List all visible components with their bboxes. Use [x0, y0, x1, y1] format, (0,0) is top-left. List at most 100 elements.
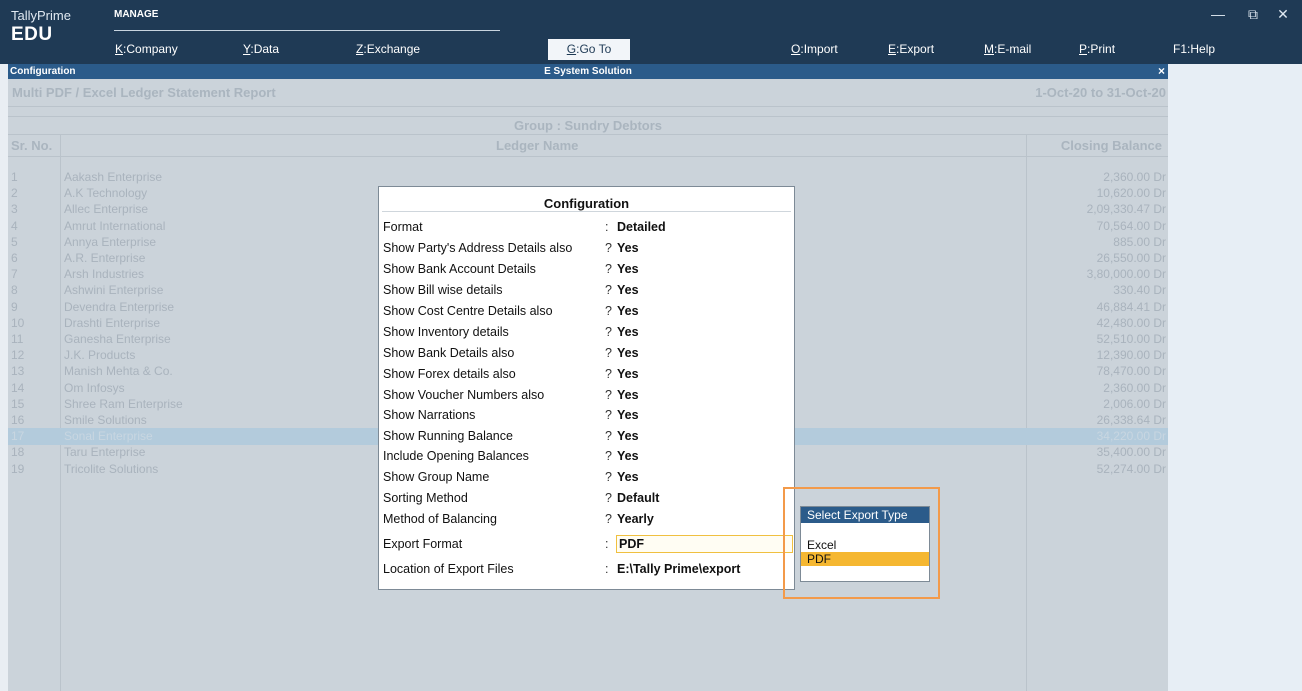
- cell-balance: 35,400.00 Dr: [1096, 445, 1166, 460]
- config-value[interactable]: Yes: [617, 386, 639, 405]
- menu-import[interactable]: O:Import: [791, 38, 838, 60]
- config-row[interactable]: Location of Export Files: E:\Tally Prime\…: [383, 560, 793, 579]
- top-menu-bar: TallyPrime EDU MANAGE K:Company Y:Data Z…: [0, 0, 1302, 64]
- cell-name: Aakash Enterprise: [64, 170, 163, 184]
- cell-name: Ashwini Enterprise: [64, 283, 164, 298]
- config-sep: ?: [605, 388, 612, 402]
- config-row[interactable]: Show Group Name? Yes: [383, 468, 793, 487]
- divider: [382, 211, 791, 212]
- config-row[interactable]: Show Bank Details also? Yes: [383, 344, 793, 363]
- cell-name: Amrut International: [64, 218, 166, 233]
- menu-key: K: [115, 42, 124, 56]
- divider: [8, 106, 1168, 107]
- config-row[interactable]: Show Cost Centre Details also? Yes: [383, 302, 793, 321]
- config-label: Show Forex details also: [383, 367, 516, 381]
- config-value[interactable]: Yes: [617, 406, 639, 425]
- config-sep: ?: [605, 449, 612, 463]
- config-value[interactable]: Yes: [617, 427, 639, 446]
- config-value[interactable]: PDF: [616, 535, 793, 553]
- menu-data[interactable]: Y:Data: [243, 38, 279, 60]
- menu-export[interactable]: E:Export: [888, 38, 934, 60]
- config-sep: ?: [605, 408, 612, 422]
- column-header-name: Ledger Name: [496, 138, 579, 153]
- config-row[interactable]: Show Voucher Numbers also? Yes: [383, 386, 793, 405]
- minimize-icon[interactable]: —: [1203, 6, 1233, 22]
- config-sep: ?: [605, 429, 612, 443]
- cell-name: J.K. Products: [64, 348, 136, 363]
- table-row[interactable]: 1 Aakash Enterprise 2,360.00 Dr: [8, 169, 1168, 186]
- config-value[interactable]: Yes: [617, 239, 639, 258]
- cell-sr: 8: [11, 283, 18, 298]
- report-title: Multi PDF / Excel Ledger Statement Repor…: [12, 85, 276, 100]
- config-row[interactable]: Sorting Method? Default: [383, 489, 793, 508]
- cell-name: Tricolite Solutions: [64, 461, 159, 476]
- menu-goto[interactable]: G:Go To: [548, 39, 630, 60]
- menu-email[interactable]: M:E-mail: [984, 38, 1031, 60]
- config-value[interactable]: E:\Tally Prime\export: [617, 560, 740, 579]
- config-row[interactable]: Show Inventory details? Yes: [383, 323, 793, 342]
- cell-name: Arsh Industries: [64, 267, 145, 282]
- config-value[interactable]: Yes: [617, 323, 639, 342]
- config-sep: ?: [605, 283, 612, 297]
- config-value[interactable]: Yes: [617, 260, 639, 279]
- cell-name: Sonal Enterprise: [64, 429, 153, 444]
- config-row[interactable]: Show Narrations? Yes: [383, 406, 793, 425]
- cell-balance: 3,80,000.00 Dr: [1086, 267, 1166, 282]
- cell-name: Shree Ram Enterprise: [64, 396, 183, 411]
- config-label: Export Format: [383, 537, 463, 551]
- config-row[interactable]: Show Forex details also? Yes: [383, 365, 793, 384]
- dialog-title: Configuration: [543, 196, 630, 211]
- config-value[interactable]: Yes: [617, 447, 639, 466]
- menu-help[interactable]: F1:Help: [1173, 38, 1215, 60]
- menu-company[interactable]: K:Company: [115, 38, 178, 60]
- config-value[interactable]: Yes: [617, 281, 639, 300]
- config-sep: :: [605, 562, 609, 576]
- config-row[interactable]: Show Bank Account Details? Yes: [383, 260, 793, 279]
- cell-name: Taru Enterprise: [64, 445, 146, 460]
- config-sep: ?: [605, 262, 612, 276]
- config-label: Show Party's Address Details also: [383, 241, 573, 255]
- config-sep: ?: [605, 325, 612, 339]
- config-value[interactable]: Yes: [617, 344, 639, 363]
- config-value[interactable]: Yes: [617, 365, 639, 384]
- cell-sr: 6: [11, 251, 18, 265]
- config-row[interactable]: Show Party's Address Details also? Yes: [383, 239, 793, 258]
- config-value[interactable]: Default: [617, 489, 659, 508]
- config-row[interactable]: Format: Detailed: [383, 218, 793, 237]
- menu-key: M: [984, 42, 994, 56]
- menu-exchange[interactable]: Z:Exchange: [356, 38, 420, 60]
- cell-sr: 2: [11, 186, 18, 201]
- config-row[interactable]: Method of Balancing? Yearly: [383, 510, 793, 529]
- config-label: Sorting Method: [383, 491, 468, 505]
- cell-sr: 12: [11, 348, 25, 363]
- config-row[interactable]: Include Opening Balances? Yes: [383, 447, 793, 466]
- restore-icon[interactable]: ⧉: [1238, 6, 1268, 23]
- cell-balance: 885.00 Dr: [1113, 234, 1166, 249]
- cell-name: Allec Enterprise: [64, 202, 149, 217]
- report-group: Group : Sundry Debtors: [513, 118, 663, 133]
- config-row[interactable]: Export Format: PDF: [383, 535, 793, 554]
- menu-print[interactable]: P:Print: [1079, 38, 1115, 60]
- cell-sr: 1: [11, 170, 18, 184]
- cell-sr: 4: [11, 218, 18, 233]
- report-period: 1-Oct-20 to 31-Oct-20: [1035, 85, 1166, 100]
- config-sep: ?: [605, 241, 612, 255]
- cell-name: Drashti Enterprise: [64, 315, 161, 330]
- config-row[interactable]: Show Running Balance? Yes: [383, 427, 793, 446]
- config-value[interactable]: Yes: [617, 468, 639, 487]
- configuration-dialog: Configuration Format: Detailed Show Party'…: [378, 186, 795, 590]
- cell-balance: 2,006.00 Dr: [1103, 396, 1166, 411]
- config-sep: ?: [605, 470, 612, 484]
- config-row[interactable]: Show Bill wise details? Yes: [383, 281, 793, 300]
- config-value[interactable]: Yearly: [617, 510, 654, 529]
- config-value[interactable]: Yes: [617, 302, 639, 321]
- cell-balance: 330.40 Dr: [1113, 283, 1166, 298]
- close-screen-icon[interactable]: ×: [1158, 64, 1165, 79]
- close-icon[interactable]: ✕: [1268, 6, 1298, 23]
- config-value[interactable]: Detailed: [617, 218, 666, 237]
- export-option-excel[interactable]: Excel: [801, 538, 929, 552]
- cell-balance: 34,220.00 Dr: [1096, 429, 1166, 444]
- export-option-pdf[interactable]: PDF: [801, 552, 929, 566]
- config-sep: ?: [605, 491, 612, 505]
- cell-balance: 42,480.00 Dr: [1096, 315, 1166, 330]
